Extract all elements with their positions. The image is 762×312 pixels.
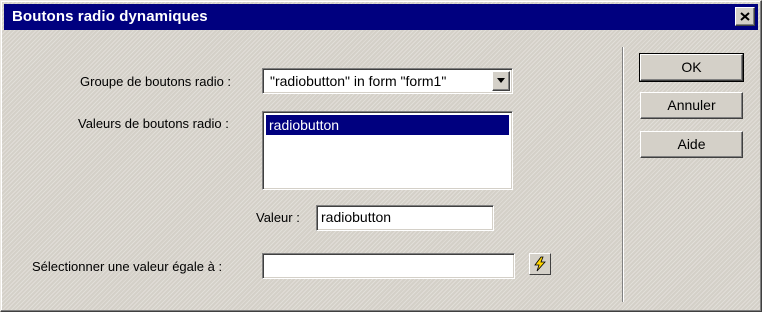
help-button[interactable]: Aide <box>640 131 743 158</box>
radio-group-label: Groupe de boutons radio : <box>80 74 232 89</box>
value-field[interactable]: radiobutton <box>316 205 494 231</box>
radio-group-select[interactable]: "radiobutton" in form "form1" <box>262 68 513 94</box>
vertical-separator <box>622 47 624 302</box>
lightning-bolt-icon <box>532 256 548 272</box>
ok-button[interactable]: OK <box>639 53 744 82</box>
close-button[interactable] <box>735 7 755 26</box>
cancel-button-label: Annuler <box>667 97 716 113</box>
cancel-button[interactable]: Annuler <box>640 92 743 119</box>
value-field-text: radiobutton <box>321 209 392 225</box>
dynamic-radio-buttons-dialog: Boutons radio dynamiques Groupe de bouto… <box>0 0 762 312</box>
radio-values-list[interactable]: radiobutton <box>262 111 513 190</box>
close-icon <box>740 12 750 21</box>
radio-values-label: Valeurs de boutons radio : <box>78 116 229 131</box>
select-value-label: Sélectionner une valeur égale à : <box>32 259 223 274</box>
help-button-label: Aide <box>677 136 706 152</box>
chevron-down-icon <box>497 78 505 83</box>
ok-button-label: OK <box>681 59 702 75</box>
radio-group-dropdown-button[interactable] <box>492 71 510 91</box>
select-value-field[interactable] <box>262 253 515 279</box>
list-item[interactable]: radiobutton <box>266 115 509 135</box>
dialog-title: Boutons radio dynamiques <box>12 8 208 25</box>
title-bar[interactable]: Boutons radio dynamiques <box>4 4 758 30</box>
radio-group-selected-value: "radiobutton" in form "form1" <box>270 73 447 89</box>
value-label: Valeur : <box>256 210 300 225</box>
dynamic-data-button[interactable] <box>529 253 551 275</box>
